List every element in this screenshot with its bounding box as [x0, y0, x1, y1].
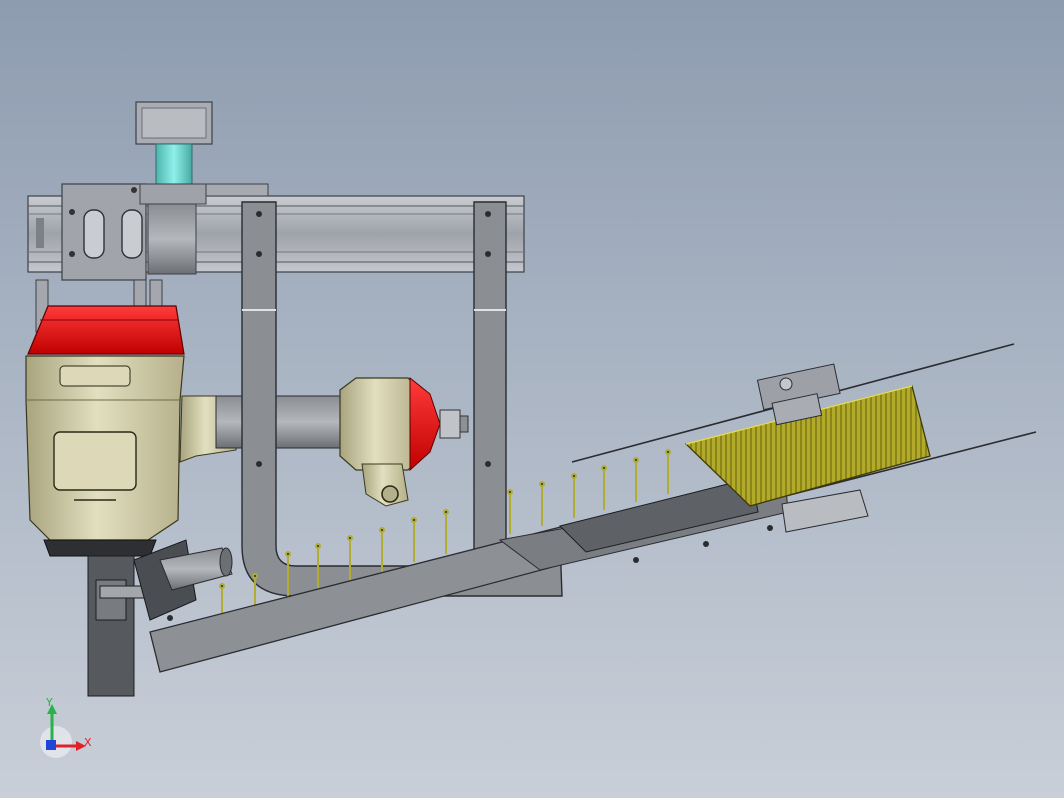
nail-gun-body[interactable] [25, 305, 237, 557]
axis-y-label: Y [46, 696, 53, 709]
axis-x-label: X [84, 736, 92, 749]
axis-triad [40, 704, 86, 758]
coil-tray[interactable] [781, 489, 869, 533]
cad-viewport[interactable]: Y X [0, 0, 1064, 798]
assembly-model[interactable] [0, 0, 1064, 798]
